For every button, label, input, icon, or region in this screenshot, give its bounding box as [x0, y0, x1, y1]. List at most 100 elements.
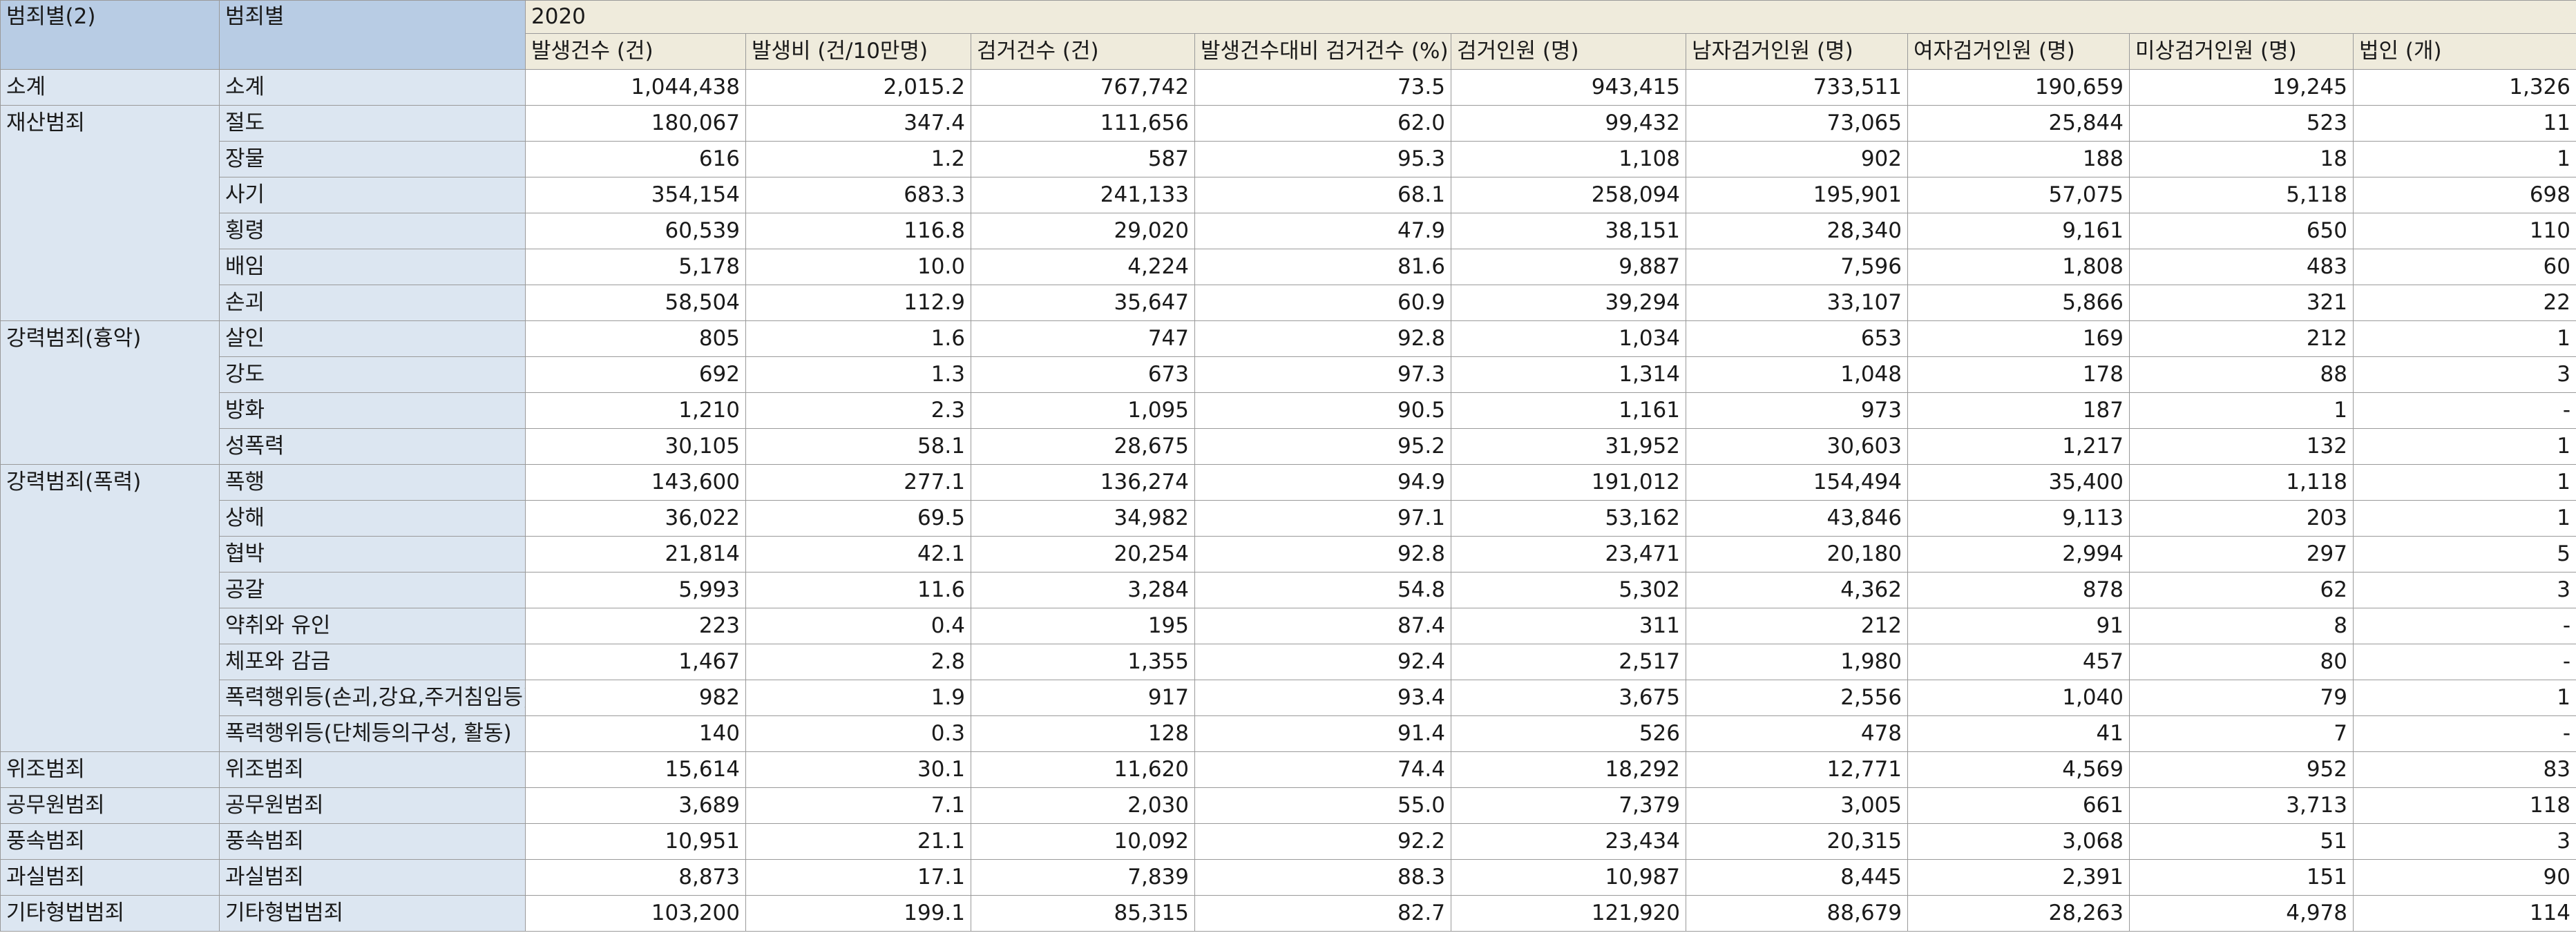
row-group-header[interactable]: 강력범죄(흉악): [0, 320, 220, 465]
data-cell[interactable]: 140: [525, 715, 746, 752]
row-category-header[interactable]: 사기: [219, 177, 526, 213]
data-cell[interactable]: 20,315: [1686, 823, 1908, 860]
data-cell[interactable]: 321: [2129, 285, 2354, 321]
row-category-header[interactable]: 위조범죄: [219, 751, 526, 788]
data-cell[interactable]: 1,040: [1907, 680, 2130, 716]
data-cell[interactable]: 7: [2129, 715, 2354, 752]
data-cell[interactable]: 1,808: [1907, 249, 2130, 285]
data-cell[interactable]: 90.5: [1194, 392, 1451, 429]
data-cell[interactable]: 51: [2129, 823, 2354, 860]
column-header[interactable]: 법인 (개): [2353, 33, 2576, 70]
row-category-header[interactable]: 과실범죄: [219, 859, 526, 896]
data-cell[interactable]: 169: [1907, 320, 2130, 357]
data-cell[interactable]: 29,020: [971, 213, 1195, 249]
data-cell[interactable]: 5,302: [1451, 572, 1686, 608]
data-cell[interactable]: 85,315: [971, 895, 1195, 932]
data-cell[interactable]: 917: [971, 680, 1195, 716]
data-cell[interactable]: 1,048: [1686, 356, 1908, 393]
data-cell[interactable]: 3,068: [1907, 823, 2130, 860]
data-cell[interactable]: 1,217: [1907, 428, 2130, 465]
data-cell[interactable]: 69.5: [745, 500, 971, 537]
data-cell[interactable]: 9,161: [1907, 213, 2130, 249]
data-cell[interactable]: 35,400: [1907, 464, 2130, 501]
data-cell[interactable]: 1: [2353, 464, 2576, 501]
data-cell[interactable]: 354,154: [525, 177, 746, 213]
data-cell[interactable]: 1,118: [2129, 464, 2354, 501]
data-cell[interactable]: 616: [525, 141, 746, 177]
data-cell[interactable]: 21,814: [525, 536, 746, 573]
row-category-header[interactable]: 폭력행위등(손괴,강요,주거침입등): [219, 680, 526, 716]
data-cell[interactable]: 1,108: [1451, 141, 1686, 177]
data-cell[interactable]: 20,180: [1686, 536, 1908, 573]
data-cell[interactable]: 190,659: [1907, 69, 2130, 106]
data-cell[interactable]: 7,839: [971, 859, 1195, 896]
data-cell[interactable]: 8: [2129, 608, 2354, 644]
data-cell[interactable]: 3,284: [971, 572, 1195, 608]
data-cell[interactable]: 23,434: [1451, 823, 1686, 860]
data-cell[interactable]: 93.4: [1194, 680, 1451, 716]
data-cell[interactable]: 87.4: [1194, 608, 1451, 644]
data-cell[interactable]: 683.3: [745, 177, 971, 213]
data-cell[interactable]: 1,355: [971, 644, 1195, 680]
data-cell[interactable]: 3,689: [525, 787, 746, 824]
data-cell[interactable]: 54.8: [1194, 572, 1451, 608]
row-category-header[interactable]: 공무원범죄: [219, 787, 526, 824]
data-cell[interactable]: 68.1: [1194, 177, 1451, 213]
data-cell[interactable]: 1,044,438: [525, 69, 746, 106]
column-header[interactable]: 남자검거인원 (명): [1686, 33, 1908, 70]
data-cell[interactable]: 97.3: [1194, 356, 1451, 393]
data-cell[interactable]: 1,095: [971, 392, 1195, 429]
data-cell[interactable]: 91: [1907, 608, 2130, 644]
data-cell[interactable]: 1: [2129, 392, 2354, 429]
row-category-header[interactable]: 소계: [219, 69, 526, 106]
data-cell[interactable]: 1,161: [1451, 392, 1686, 429]
data-cell[interactable]: 457: [1907, 644, 2130, 680]
column-header[interactable]: 발생건수대비 검거건수 (%): [1194, 33, 1451, 70]
row-group-header[interactable]: 풍속범죄: [0, 823, 220, 860]
row-category-header[interactable]: 절도: [219, 105, 526, 142]
data-cell[interactable]: 3,675: [1451, 680, 1686, 716]
data-cell[interactable]: 10.0: [745, 249, 971, 285]
data-cell[interactable]: 15,614: [525, 751, 746, 788]
data-cell[interactable]: 22: [2353, 285, 2576, 321]
data-cell[interactable]: 1.3: [745, 356, 971, 393]
row-category-header[interactable]: 공갈: [219, 572, 526, 608]
data-cell[interactable]: 212: [1686, 608, 1908, 644]
data-cell[interactable]: 35,647: [971, 285, 1195, 321]
data-cell[interactable]: 1: [2353, 680, 2576, 716]
data-cell[interactable]: 55.0: [1194, 787, 1451, 824]
data-cell[interactable]: 347.4: [745, 105, 971, 142]
data-cell[interactable]: 30,105: [525, 428, 746, 465]
data-cell[interactable]: 943,415: [1451, 69, 1686, 106]
data-cell[interactable]: 3,713: [2129, 787, 2354, 824]
data-cell[interactable]: 973: [1686, 392, 1908, 429]
data-cell[interactable]: 297: [2129, 536, 2354, 573]
data-cell[interactable]: 121,920: [1451, 895, 1686, 932]
data-cell[interactable]: 83: [2353, 751, 2576, 788]
data-cell[interactable]: 1,467: [525, 644, 746, 680]
data-cell[interactable]: 30,603: [1686, 428, 1908, 465]
data-cell[interactable]: 36,022: [525, 500, 746, 537]
data-cell[interactable]: 187: [1907, 392, 2130, 429]
row-category-header[interactable]: 강도: [219, 356, 526, 393]
data-cell[interactable]: 42.1: [745, 536, 971, 573]
data-cell[interactable]: 103,200: [525, 895, 746, 932]
data-cell[interactable]: 805: [525, 320, 746, 357]
data-cell[interactable]: 57,075: [1907, 177, 2130, 213]
row-group-header[interactable]: 기타형법범죄: [0, 895, 220, 932]
column-header[interactable]: 미상검거인원 (명): [2129, 33, 2354, 70]
column-header[interactable]: 발생비 (건/10만명): [745, 33, 971, 70]
data-cell[interactable]: 28,675: [971, 428, 1195, 465]
data-cell[interactable]: 114: [2353, 895, 2576, 932]
data-cell[interactable]: 97.1: [1194, 500, 1451, 537]
data-cell[interactable]: 33,107: [1686, 285, 1908, 321]
data-cell[interactable]: 4,362: [1686, 572, 1908, 608]
data-cell[interactable]: 1,326: [2353, 69, 2576, 106]
row-group-header[interactable]: 재산범죄: [0, 105, 220, 321]
data-cell[interactable]: 195: [971, 608, 1195, 644]
data-cell[interactable]: 53,162: [1451, 500, 1686, 537]
data-cell[interactable]: 3: [2353, 823, 2576, 860]
data-cell[interactable]: 188: [1907, 141, 2130, 177]
row-category-header[interactable]: 기타형법범죄: [219, 895, 526, 932]
data-cell[interactable]: 1,034: [1451, 320, 1686, 357]
